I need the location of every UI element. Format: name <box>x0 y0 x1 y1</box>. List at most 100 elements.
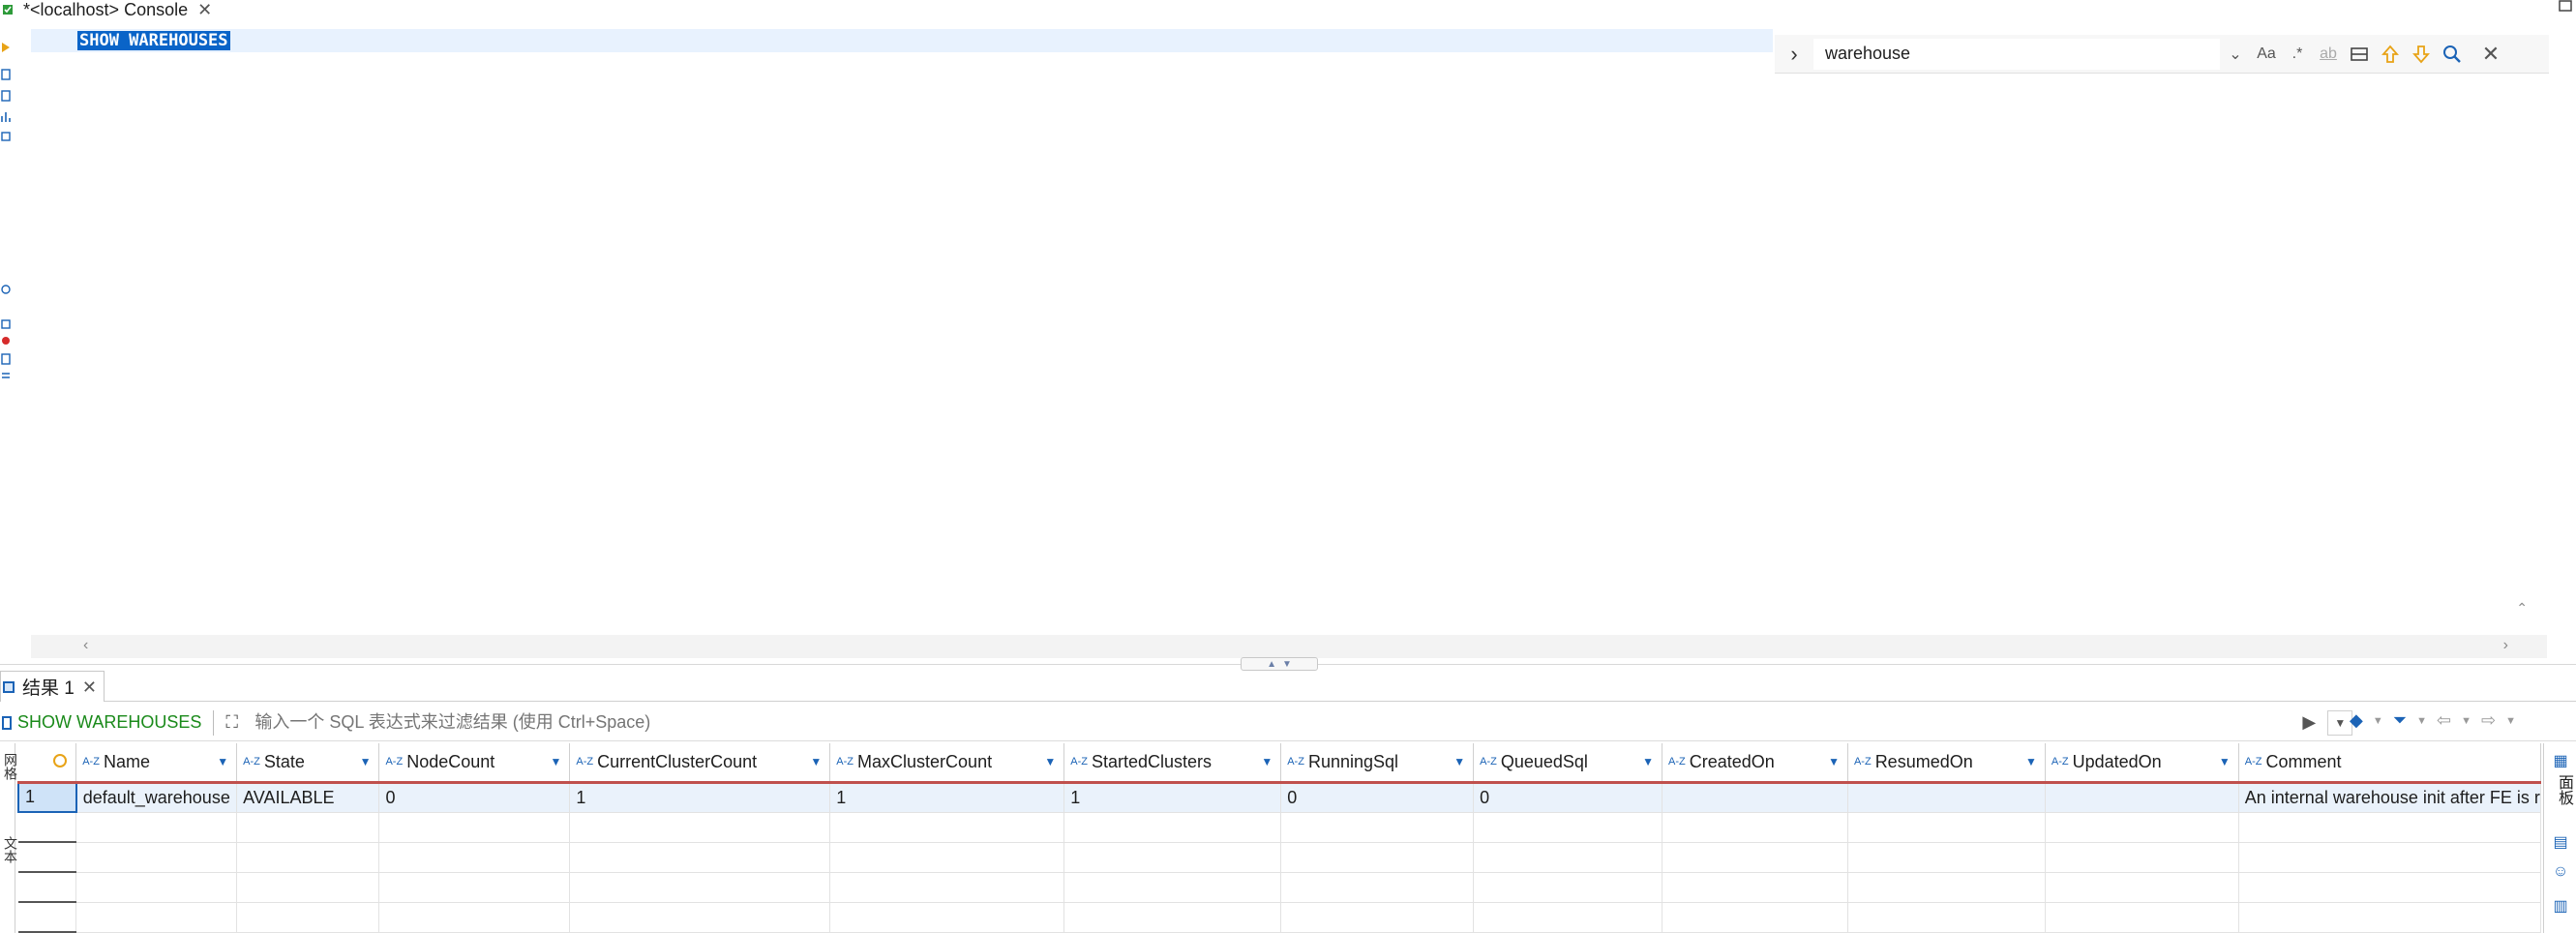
emoji-icon[interactable]: ☺ <box>2551 863 2570 883</box>
table-cell[interactable]: 0 <box>1280 782 1475 813</box>
column-header[interactable]: A-Z MaxClusterCount ▼ <box>829 743 1065 784</box>
table-cell[interactable]: 1 <box>1063 782 1282 813</box>
whole-word-icon[interactable]: ab <box>2313 39 2344 70</box>
history-dropdown-icon[interactable]: ⌄ <box>2220 39 2251 70</box>
format-icon[interactable] <box>0 370 12 383</box>
arrow-down-icon[interactable] <box>2406 39 2437 70</box>
column-sort-icon[interactable]: ▼ <box>550 755 561 768</box>
tab-results-1[interactable]: 结果 1 ✕ <box>0 671 105 702</box>
column-header[interactable]: A-Z NodeCount ▼ <box>378 743 571 784</box>
sash-down-icon[interactable]: ▼ <box>1282 659 1292 670</box>
filter-icon[interactable]: ⏷ <box>2393 710 2407 731</box>
panels-label[interactable]: 面板 <box>2552 774 2575 805</box>
column-sort-icon[interactable]: ▼ <box>1642 755 1654 768</box>
filter-input[interactable] <box>251 707 2303 737</box>
text-type-icon: A-Z <box>836 755 854 767</box>
table-cell[interactable]: An internal warehouse init after FE is r <box>2238 782 2541 813</box>
sql-editor[interactable]: SHOW WAREHOUSES ⌃ ⌄ <box>31 23 2547 650</box>
script-icon[interactable] <box>0 89 12 103</box>
in-selection-icon[interactable] <box>2344 39 2375 70</box>
plan-icon[interactable] <box>0 110 12 124</box>
split-sash[interactable]: ▲ ▼ <box>1241 657 1318 671</box>
execute-icon[interactable] <box>0 68 12 81</box>
empty-cell <box>2045 872 2239 903</box>
column-header[interactable]: A-Z CurrentClusterCount ▼ <box>569 743 831 784</box>
empty-cell <box>236 842 380 873</box>
expand-filter-icon[interactable]: ⛶ <box>225 712 251 733</box>
column-sort-icon[interactable]: ▼ <box>810 755 822 768</box>
column-sort-icon[interactable]: ▼ <box>1044 755 1056 768</box>
empty-row <box>18 902 2541 933</box>
table-cell[interactable]: AVAILABLE <box>236 782 380 813</box>
run-icon[interactable] <box>0 41 12 54</box>
empty-cell <box>1063 902 1282 933</box>
text-type-icon: A-Z <box>1480 755 1497 767</box>
horizontal-scrollbar[interactable]: ‹ › <box>31 635 2547 658</box>
editor-tab[interactable]: *<localhost> Console ✕ <box>0 0 212 19</box>
table-cell[interactable]: 1 <box>569 782 831 813</box>
settings-icon[interactable] <box>0 283 12 296</box>
table-cell[interactable]: default_warehouse <box>75 782 238 813</box>
error-icon[interactable] <box>0 333 12 346</box>
table-cell[interactable]: 0 <box>1473 782 1663 813</box>
sql-code-line[interactable]: SHOW WAREHOUSES <box>77 31 230 50</box>
empty-cell <box>75 842 238 873</box>
sash-up-icon[interactable]: ▲ <box>1267 659 1276 670</box>
back-dropdown-icon[interactable]: ▼ <box>2461 715 2471 727</box>
scroll-left-icon[interactable]: ‹ <box>83 637 88 654</box>
close-find-icon[interactable]: ✕ <box>2475 39 2506 70</box>
column-header[interactable]: A-Z ResumedOn ▼ <box>1847 743 2046 784</box>
chevron-right-icon[interactable]: › <box>1775 42 1813 67</box>
empty-cell <box>1473 902 1663 933</box>
table-icon[interactable]: ▥ <box>2551 896 2570 916</box>
select-all-icon[interactable] <box>52 753 67 767</box>
arrow-up-icon[interactable] <box>2375 39 2406 70</box>
column-sort-icon[interactable]: ▼ <box>1828 755 1840 768</box>
scroll-up-icon[interactable]: ⌃ <box>2516 600 2528 617</box>
table-row[interactable]: 1 default_warehouse AVAILABLE 0 1 1 1 0 … <box>17 781 2541 813</box>
row-number-header[interactable] <box>18 743 77 784</box>
row-number[interactable]: 1 <box>17 781 77 813</box>
panels-icon[interactable]: ▦ <box>2551 751 2570 770</box>
table-cell[interactable]: 1 <box>829 782 1065 813</box>
close-results-tab-icon[interactable]: ✕ <box>82 678 97 696</box>
table-cell[interactable] <box>1847 782 2046 813</box>
apply-filter-icon[interactable]: ▶ <box>2302 712 2327 733</box>
column-header[interactable]: A-Z Name ▼ <box>75 743 238 784</box>
empty-cell <box>1662 842 1848 873</box>
close-icon[interactable]: ✕ <box>197 1 212 18</box>
column-header[interactable]: A-Z Comment <box>2238 743 2541 784</box>
column-sort-icon[interactable]: ▼ <box>2025 755 2037 768</box>
back-icon[interactable]: ⇦ <box>2437 710 2451 731</box>
forward-icon[interactable]: ⇨ <box>2481 710 2496 731</box>
column-sort-icon[interactable]: ▼ <box>1261 755 1273 768</box>
match-case-icon[interactable]: Aa <box>2251 39 2282 70</box>
restore-window-icon[interactable] <box>2555 0 2576 15</box>
column-sort-icon[interactable]: ▼ <box>2219 755 2231 768</box>
grid-icon <box>3 680 15 693</box>
column-sort-icon[interactable]: ▼ <box>360 755 372 768</box>
column-header[interactable]: A-Z CreatedOn ▼ <box>1662 743 1848 784</box>
history-icon[interactable] <box>0 317 12 331</box>
column-header[interactable]: A-Z RunningSql ▼ <box>1280 743 1475 784</box>
table-cell[interactable]: 0 <box>378 782 571 813</box>
export-icon[interactable] <box>0 130 12 143</box>
search-icon[interactable] <box>2437 39 2468 70</box>
chart-icon[interactable]: ▤ <box>2551 832 2570 852</box>
column-header[interactable]: A-Z QueuedSql ▼ <box>1473 743 1663 784</box>
column-sort-icon[interactable]: ▼ <box>217 755 228 768</box>
table-cell[interactable] <box>1662 782 1848 813</box>
eraser-dropdown-icon[interactable]: ▼ <box>2373 715 2383 727</box>
scroll-right-icon[interactable]: › <box>2503 637 2508 654</box>
column-header[interactable]: A-Z State ▼ <box>236 743 380 784</box>
file-icon[interactable] <box>0 352 12 366</box>
column-header[interactable]: A-Z UpdatedOn ▼ <box>2045 743 2239 784</box>
find-input[interactable] <box>1813 38 2220 70</box>
table-cell[interactable] <box>2045 782 2239 813</box>
eraser-icon[interactable]: ◆ <box>2350 710 2363 731</box>
column-header[interactable]: A-Z StartedClusters ▼ <box>1063 743 1282 784</box>
forward-dropdown-icon[interactable]: ▼ <box>2505 715 2516 727</box>
regex-icon[interactable]: .* <box>2282 39 2313 70</box>
column-sort-icon[interactable]: ▼ <box>1453 755 1465 768</box>
filter-dropdown-icon[interactable]: ▼ <box>2416 715 2427 727</box>
